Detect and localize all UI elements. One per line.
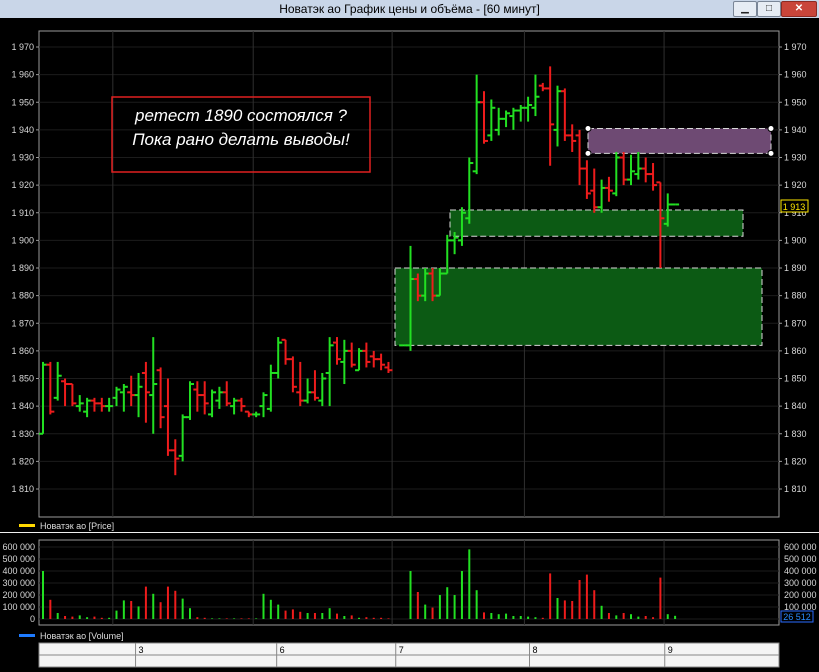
price-tick-label: 1 950 [784, 97, 807, 107]
price-tick-label: 1 960 [11, 70, 34, 80]
price-tick-label: 1 820 [11, 456, 34, 466]
price-tick-label: 1 860 [784, 346, 807, 356]
price-tick-label: 1 920 [11, 180, 34, 190]
price-tick-label: 1 850 [784, 374, 807, 384]
minimize-button[interactable]: ▁ [733, 1, 757, 17]
volume-tick-label: 100 000 [2, 602, 35, 612]
day-label: 6 [280, 645, 285, 655]
current-price-label: 1 913 [783, 202, 806, 212]
day-label: 8 [533, 645, 538, 655]
volume-tick-label: 300 000 [2, 578, 35, 588]
app-window: Новатэк ао График цены и объёма - [60 ми… [0, 0, 819, 672]
zone-resistance-1930-1940[interactable] [587, 127, 772, 154]
current-volume-label: 26 512 [783, 612, 811, 622]
volume-tick-label: 400 000 [784, 566, 817, 576]
zone-support-1862-1890[interactable] [394, 267, 763, 346]
price-tick-label: 1 890 [784, 263, 807, 273]
price-tick-label: 1 970 [11, 42, 34, 52]
price-tick-label: 1 880 [784, 291, 807, 301]
price-tick-label: 1 810 [784, 484, 807, 494]
price-tick-label: 1 860 [11, 346, 34, 356]
price-tick-label: 1 960 [784, 70, 807, 80]
price-tick-label: 1 840 [11, 401, 34, 411]
price-tick-label: 1 830 [11, 429, 34, 439]
window-title: Новатэк ао График цены и объёма - [60 ми… [279, 2, 540, 16]
volume-tick-label: 0 [30, 614, 35, 624]
day-label: 7 [399, 645, 404, 655]
price-tick-label: 1 830 [784, 429, 807, 439]
title-bar[interactable]: Новатэк ао График цены и объёма - [60 ми… [0, 0, 819, 19]
price-tick-label: 1 930 [11, 153, 34, 163]
volume-legend-swatch [19, 634, 35, 637]
zone-support-1901-1911[interactable] [449, 209, 744, 237]
price-tick-label: 1 840 [784, 401, 807, 411]
volume-tick-label: 300 000 [784, 578, 817, 588]
price-tick-label: 1 940 [784, 125, 807, 135]
volume-tick-label: 200 000 [784, 590, 817, 600]
price-legend-strip [0, 518, 819, 532]
day-label: 3 [139, 645, 144, 655]
volume-tick-label: 600 000 [784, 542, 817, 552]
close-button[interactable]: ✕ [781, 1, 817, 17]
price-tick-label: 1 970 [784, 42, 807, 52]
price-tick-label: 1 920 [784, 180, 807, 190]
price-tick-label: 1 870 [784, 318, 807, 328]
annotation-line-1: ретест 1890 состоялся ? [134, 106, 348, 125]
price-tick-label: 1 930 [784, 153, 807, 163]
zone-handle[interactable] [767, 149, 775, 157]
volume-legend-label: Новатэк ао [Volume] [40, 631, 124, 641]
price-tick-label: 1 890 [11, 263, 34, 273]
annotation-line-2: Пока рано делать выводы! [132, 130, 350, 149]
volume-axis-left: 600 000 500 000 400 000 300 000 200 000 100 0… [2, 542, 35, 624]
price-tick-label: 1 910 [11, 208, 34, 218]
price-tick-label: 1 850 [11, 374, 34, 384]
price-tick-label: 1 950 [11, 97, 34, 107]
volume-tick-label: 600 000 [2, 542, 35, 552]
price-volume-chart[interactable]: 1 970 1 960 1 950 1 940 1 930 1 920 1 910 1 900… [0, 18, 819, 672]
maximize-button[interactable]: □ [757, 1, 781, 17]
price-legend-swatch [19, 524, 35, 527]
price-legend-label: Новатэк ао [Price] [40, 521, 114, 531]
price-tick-label: 1 870 [11, 318, 34, 328]
day-label: 9 [668, 645, 673, 655]
price-tick-label: 1 880 [11, 291, 34, 301]
price-tick-label: 1 900 [11, 235, 34, 245]
zone-handle[interactable] [584, 149, 592, 157]
price-tick-label: 1 820 [784, 456, 807, 466]
volume-tick-label: 500 000 [2, 554, 35, 564]
zone-handle[interactable] [767, 124, 775, 132]
price-tick-label: 1 810 [11, 484, 34, 494]
volume-tick-label: 500 000 [784, 554, 817, 564]
price-tick-label: 1 940 [11, 125, 34, 135]
zone-handle[interactable] [584, 124, 592, 132]
volume-tick-label: 400 000 [2, 566, 35, 576]
price-tick-label: 1 900 [784, 235, 807, 245]
time-axis-sub-row [38, 654, 780, 668]
volume-tick-label: 200 000 [2, 590, 35, 600]
